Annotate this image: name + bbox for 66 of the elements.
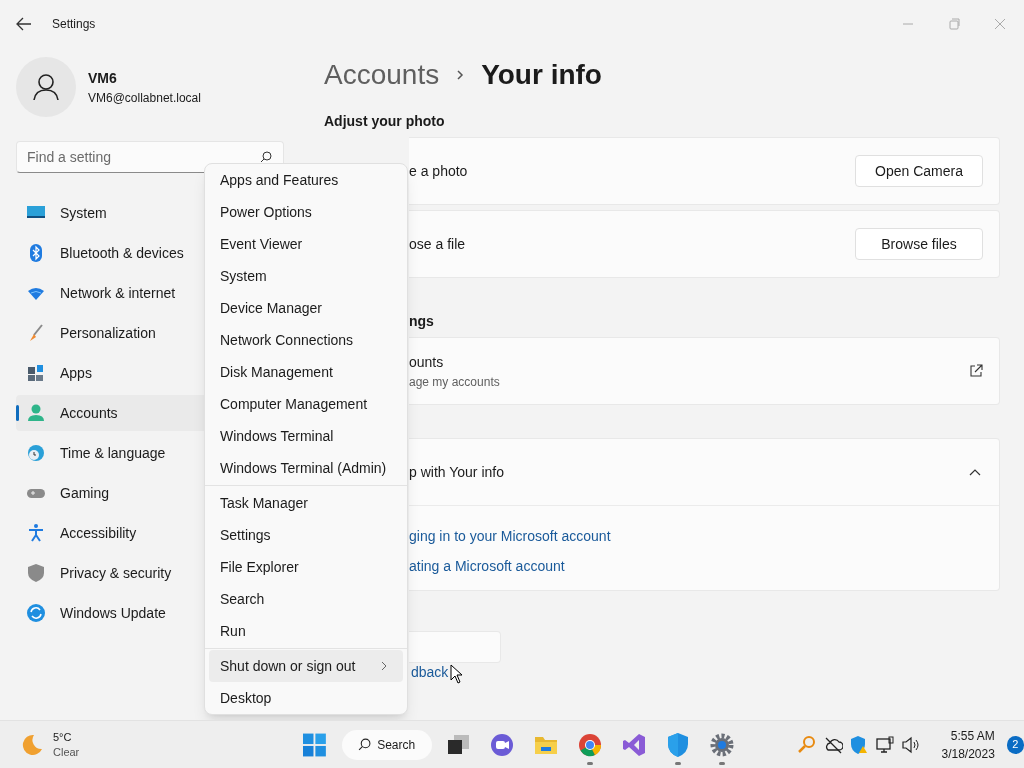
menu-item[interactable]: Device Manager — [209, 292, 403, 324]
apps-icon — [26, 363, 46, 383]
close-icon[interactable] — [992, 16, 1008, 32]
search-icon — [358, 738, 372, 751]
menu-item[interactable]: Run — [209, 615, 403, 647]
search-icon — [260, 151, 272, 163]
window-title: Settings — [52, 16, 96, 33]
person-icon — [26, 403, 46, 423]
menu-item[interactable]: Settings — [209, 519, 403, 551]
menu-item[interactable]: Search — [209, 583, 403, 615]
user-email: VM6@collabnet.local — [88, 89, 201, 107]
sync-icon — [26, 603, 46, 623]
menu-item[interactable]: Windows Terminal (Admin) — [209, 452, 403, 484]
menu-item[interactable]: File Explorer — [209, 551, 403, 583]
external-link-icon — [969, 364, 983, 378]
help-link[interactable]: ging in to your Microsoft account — [409, 526, 611, 547]
shield-icon — [26, 563, 46, 583]
moon-icon — [20, 732, 44, 757]
menu-item[interactable]: Desktop — [209, 682, 403, 714]
chevron-right-icon — [455, 69, 466, 81]
page-title: Your info — [481, 58, 602, 92]
setting-label: ose a file — [409, 234, 466, 254]
user-name: VM6 — [88, 68, 118, 88]
taskbar-search[interactable]: Search — [342, 729, 433, 760]
shield-warning-icon[interactable] — [849, 734, 870, 755]
chat-icon — [489, 731, 516, 758]
search-field[interactable]: Find a setting — [16, 141, 284, 173]
person-icon — [32, 73, 60, 101]
help-link[interactable]: ating a Microsoft account — [409, 556, 565, 577]
clock-date[interactable]: 3/18/2023 — [941, 744, 995, 763]
section-heading: Adjust your photo — [324, 112, 446, 131]
setting-label: e a photo — [409, 161, 468, 181]
selection-indicator — [16, 405, 19, 421]
mouse-cursor-icon — [450, 664, 464, 684]
menu-item[interactable]: Shut down or sign out — [209, 650, 403, 682]
accessibility-icon — [26, 523, 46, 543]
globe-clock-icon — [26, 443, 46, 463]
notification-badge[interactable]: 2 — [1006, 735, 1024, 754]
clock-time[interactable]: 5:55 AM — [941, 726, 995, 745]
action-button[interactable]: Browse files — [855, 228, 983, 260]
back-icon[interactable] — [16, 17, 32, 31]
start-icon[interactable] — [303, 732, 327, 757]
feedback-link[interactable]: dback — [411, 663, 449, 681]
menu-item[interactable]: System — [209, 260, 403, 292]
expander-header[interactable]: p with Your info — [409, 439, 999, 506]
section-heading: ngs — [409, 312, 434, 331]
expander-title: p with Your info — [409, 462, 504, 482]
card-subtitle: age my accounts — [409, 373, 500, 391]
menu-item[interactable]: Power Options — [209, 196, 403, 228]
temperature: 5°C — [53, 729, 73, 745]
weather-widget[interactable]: 5°C Clear — [20, 729, 80, 760]
menu-item[interactable]: Disk Management — [209, 356, 403, 388]
weather-condition: Clear — [53, 744, 80, 760]
card-title: ounts — [409, 352, 445, 372]
menu-item[interactable]: Network Connections — [209, 324, 403, 356]
ethernet-icon[interactable] — [875, 734, 896, 755]
browser-icon — [577, 731, 604, 758]
action-button[interactable]: Open Camera — [855, 155, 983, 187]
link-card[interactable]: ounts age my accounts — [409, 337, 1000, 405]
breadcrumb-link[interactable]: Accounts — [324, 54, 440, 96]
magnifier-icon[interactable] — [797, 734, 818, 755]
ribbon-icon — [621, 731, 648, 758]
gear-icon — [709, 731, 736, 758]
volume-icon[interactable] — [901, 734, 922, 755]
menu-item[interactable]: Task Manager — [209, 487, 403, 519]
menu-item[interactable]: Event Viewer — [209, 228, 403, 260]
